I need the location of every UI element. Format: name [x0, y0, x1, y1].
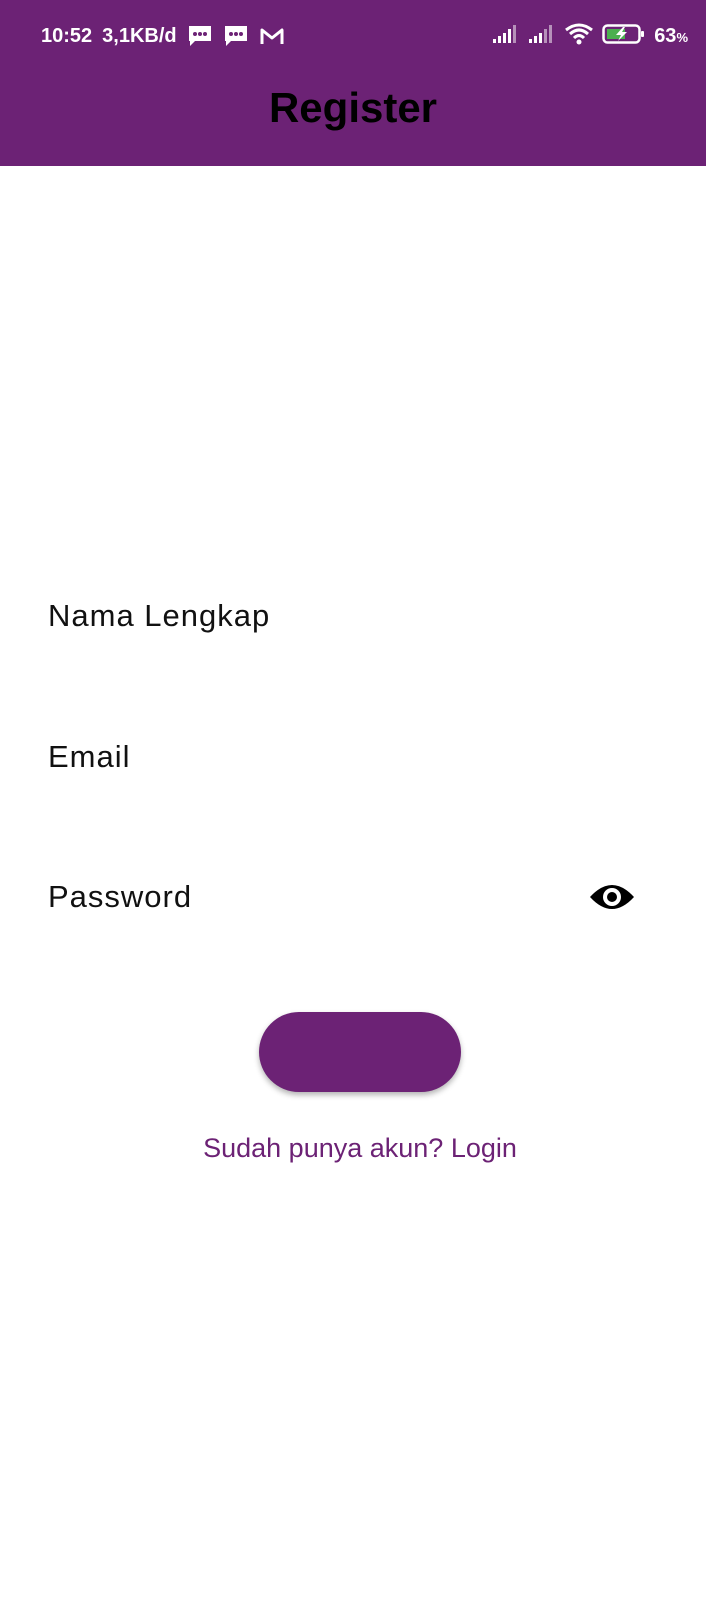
message-icon	[223, 25, 249, 47]
network-speed: 3,1KB/d	[102, 24, 177, 47]
message-icon	[187, 25, 213, 47]
status-time: 10:52	[41, 24, 93, 47]
status-bar-left: 10:52 3,1KB/d	[41, 20, 285, 52]
login-link[interactable]: Sudah punya akun? Login	[0, 1128, 720, 1168]
full-name-field	[48, 586, 648, 646]
status-bar: 10:52 3,1KB/d 63%	[0, 0, 706, 70]
battery-charging-icon	[602, 23, 646, 50]
full-name-input[interactable]	[48, 586, 578, 646]
signal-icon	[528, 24, 556, 49]
email-field	[48, 727, 648, 787]
password-input[interactable]	[48, 867, 578, 927]
signal-icon	[492, 24, 520, 49]
page-title: Register	[268, 84, 438, 131]
eye-icon[interactable]	[588, 877, 636, 917]
right-edge-strip	[706, 0, 720, 1600]
gmail-icon	[259, 26, 285, 46]
app-bar: 10:52 3,1KB/d 63% Register	[0, 0, 706, 166]
battery-percentage: 63%	[654, 25, 688, 48]
password-field	[48, 867, 648, 927]
battery-level: 63	[654, 24, 677, 47]
email-input[interactable]	[48, 727, 578, 787]
battery-unit: %	[676, 29, 688, 45]
wifi-icon	[564, 23, 594, 50]
register-button[interactable]	[259, 1012, 461, 1092]
status-bar-right: 63%	[492, 20, 688, 52]
